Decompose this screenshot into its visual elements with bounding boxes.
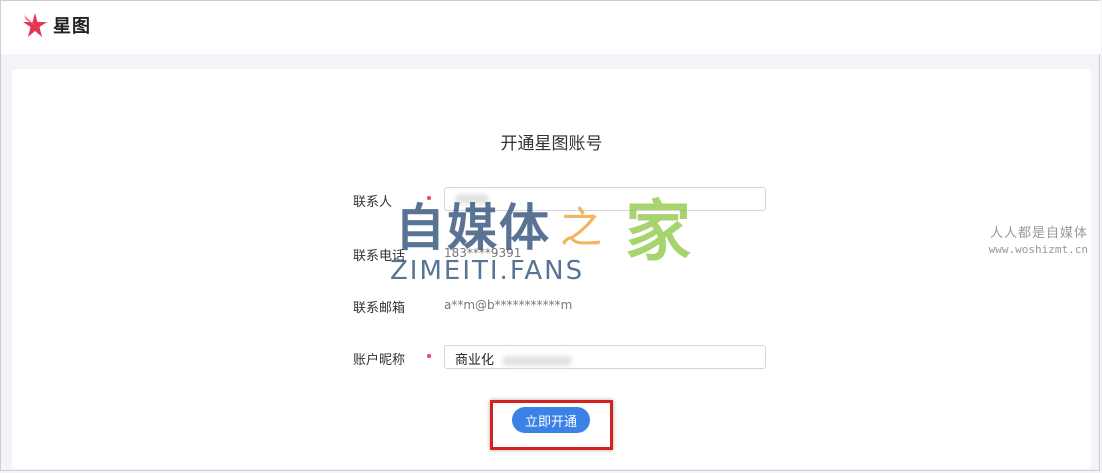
required-marker: [427, 354, 431, 358]
input-value: 商业化: [455, 353, 495, 368]
site-watermark-url: www.woshizmt.cn: [988, 243, 1088, 256]
required-marker: [427, 196, 431, 200]
field-label: 联系邮箱: [353, 301, 406, 316]
star-logo-icon: [21, 11, 49, 39]
logo-text: 星图: [53, 16, 91, 37]
field-label: 联系电话: [353, 249, 406, 264]
field-contact-person: 联系人: [352, 187, 772, 213]
field-contact-email: 联系邮箱 a**m@b***********m: [352, 293, 772, 319]
field-label: 账户昵称: [353, 353, 406, 368]
open-account-button[interactable]: 立即开通: [512, 407, 590, 433]
site-watermark-slogan: 人人都是自媒体: [989, 226, 1088, 241]
contact-person-input[interactable]: [444, 187, 766, 211]
contact-phone-value: 183****9391: [444, 246, 522, 260]
redacted-blur: [455, 193, 489, 204]
form-card: 开通星图账号 联系人 联系电话 183****9391 联系邮箱 a**m@b*…: [12, 69, 1091, 469]
field-contact-phone: 联系电话 183****9391: [352, 241, 772, 267]
account-nickname-input[interactable]: 商业化: [444, 345, 766, 369]
page-title: 开通星图账号: [500, 134, 603, 154]
redacted-blur: [502, 355, 573, 366]
app-logo[interactable]: 星图: [21, 11, 91, 39]
contact-email-value: a**m@b***********m: [444, 298, 573, 312]
field-account-nickname: 账户昵称 商业化: [352, 345, 772, 371]
top-bar: 星图: [1, 1, 1101, 54]
field-label: 联系人: [353, 195, 393, 210]
site-watermark: 人人都是自媒体 www.woshizmt.cn: [989, 222, 1088, 256]
